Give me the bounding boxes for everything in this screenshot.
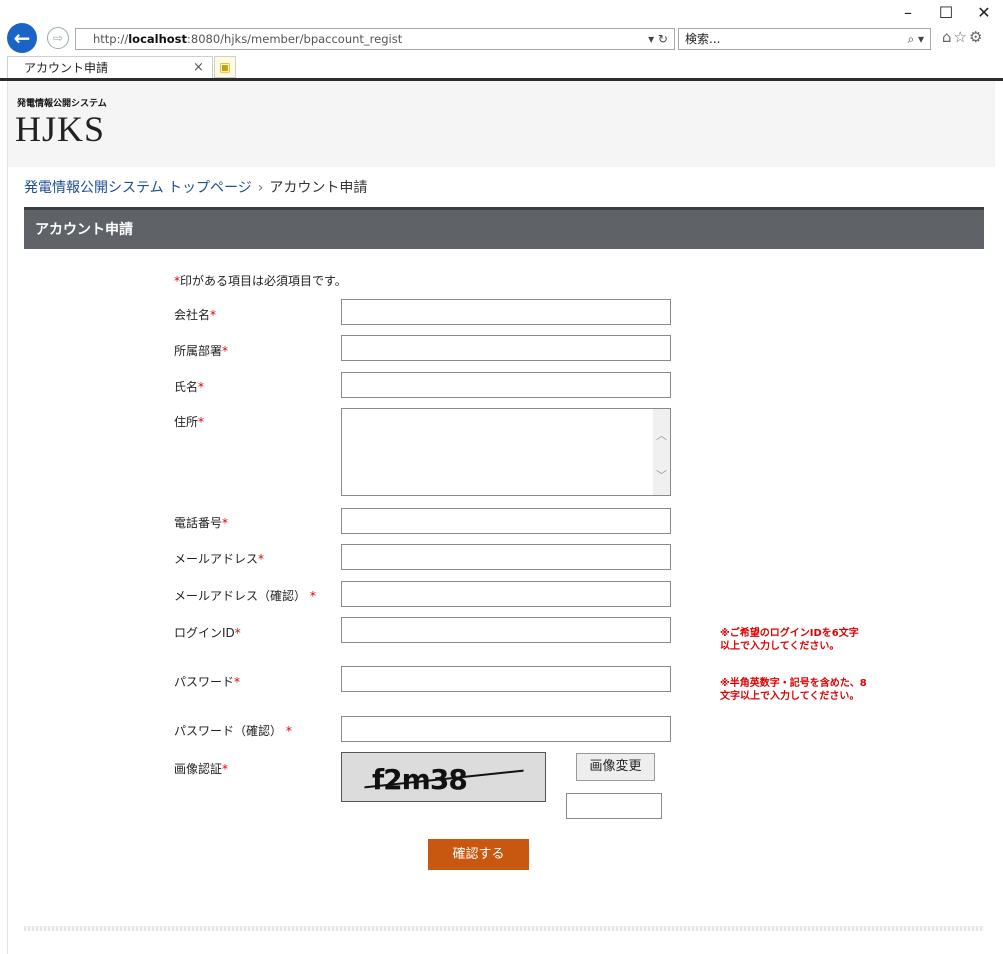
department-label: 所属部署* — [174, 342, 228, 359]
name-label: 氏名* — [174, 378, 204, 395]
required-mark: * — [222, 516, 229, 530]
company-label-text: 会社名 — [174, 308, 211, 322]
section-header: アカウント申請 — [24, 207, 984, 249]
home-favorites-settings-icons[interactable]: ⌂☆⚙ — [942, 28, 984, 46]
back-icon[interactable]: ← — [7, 23, 37, 53]
password-confirm-field[interactable] — [341, 716, 671, 742]
required-note: *印がある項目は必須項目です。 — [174, 272, 347, 289]
scroll-up-icon[interactable]: ︿ — [656, 427, 667, 443]
required-mark: * — [309, 589, 316, 603]
scroll-down-icon[interactable]: ﹀ — [656, 467, 667, 483]
site-header — [8, 81, 995, 167]
login-id-label: ログインID* — [174, 624, 241, 641]
url-host: localhost — [128, 32, 188, 46]
tab-close-icon[interactable]: × — [193, 57, 204, 79]
email-confirm-field[interactable] — [341, 581, 671, 607]
required-mark: * — [222, 762, 229, 776]
password-label: パスワード* — [174, 673, 240, 690]
company-label: 会社名* — [174, 306, 216, 323]
close-button[interactable]: ✕ — [965, 2, 1003, 24]
required-mark: * — [285, 724, 292, 738]
password-confirm-label-text: パスワード（確認） — [174, 724, 283, 738]
login-id-field[interactable] — [341, 617, 671, 643]
password-hint-line2: 文字以上で入力してください。 — [720, 691, 860, 702]
url-path: :8080/hjks/member/bpaccount_regist — [187, 32, 403, 46]
tab-account-request[interactable]: アカウント申請 × — [7, 56, 213, 78]
address-scrollbar[interactable]: ︿ ﹀ — [653, 409, 670, 495]
breadcrumb-separator: › — [257, 180, 264, 196]
password-label-text: パスワード — [174, 675, 235, 689]
required-mark: * — [234, 675, 241, 689]
breadcrumb: 発電情報公開システム トップページ › アカウント申請 — [24, 177, 367, 197]
password-confirm-label: パスワード（確認） * — [174, 722, 292, 739]
captcha-image: f2m38 — [341, 752, 546, 802]
minimize-button[interactable]: – — [889, 2, 927, 24]
tab-title: アカウント申請 — [24, 61, 109, 75]
required-mark: * — [234, 626, 241, 640]
required-mark: * — [198, 380, 205, 394]
logo[interactable]: HJKS — [15, 108, 105, 150]
captcha-label-text: 画像認証 — [174, 762, 223, 776]
email-label: メールアドレス* — [174, 550, 264, 567]
email-confirm-label: メールアドレス（確認） * — [174, 587, 316, 604]
window-controls: – ☐ ✕ — [889, 2, 1003, 24]
department-field[interactable] — [341, 335, 671, 361]
login-id-hint-line1: ※ご希望のログインIDを6文字 — [720, 628, 859, 639]
required-mark: * — [222, 344, 229, 358]
email-field[interactable] — [341, 544, 671, 570]
new-tab-icon[interactable]: ▣ — [214, 56, 236, 78]
address-bar[interactable]: http://localhost:8080/hjks/member/bpacco… — [75, 28, 675, 50]
confirm-button[interactable]: 確認する — [428, 839, 529, 870]
email-label-text: メールアドレス — [174, 552, 259, 566]
refresh-icon[interactable]: ▾ ↻ — [648, 29, 668, 49]
name-field[interactable] — [341, 372, 671, 398]
required-note-text: 印がある項目は必須項目です。 — [180, 274, 347, 288]
forward-icon[interactable]: ⇨ — [47, 27, 69, 49]
url-prefix: http:// — [93, 32, 129, 46]
browser-chrome: – ☐ ✕ ← ⇨ http://localhost:8080/hjks/mem… — [0, 0, 1003, 81]
phone-label-text: 電話番号 — [174, 516, 223, 530]
password-hint: ※半角英数字・記号を含めた、8 文字以上で入力してください。 — [720, 677, 867, 703]
email-confirm-label-text: メールアドレス（確認） — [174, 589, 307, 603]
name-label-text: 氏名 — [174, 380, 199, 394]
login-id-hint: ※ご希望のログインIDを6文字 以上で入力してください。 — [720, 627, 859, 653]
page-left-border — [7, 81, 8, 954]
phone-label: 電話番号* — [174, 514, 228, 531]
password-hint-line1: ※半角英数字・記号を含めた、8 — [720, 678, 867, 689]
breadcrumb-home-link[interactable]: 発電情報公開システム トップページ — [24, 180, 252, 196]
phone-field[interactable] — [341, 508, 671, 534]
search-placeholder: 検索... — [685, 32, 721, 46]
password-field[interactable] — [341, 666, 671, 692]
login-id-label-text: ログインID — [174, 626, 235, 640]
required-mark: * — [258, 552, 265, 566]
login-id-hint-line2: 以上で入力してください。 — [720, 641, 840, 652]
captcha-input[interactable] — [566, 793, 662, 819]
address-label: 住所* — [174, 413, 204, 430]
company-field[interactable] — [341, 299, 671, 325]
address-label-text: 住所 — [174, 415, 199, 429]
search-input[interactable]: 検索... ⌕ ▾ — [678, 28, 931, 50]
captcha-change-button[interactable]: 画像変更 — [576, 753, 655, 781]
search-icon[interactable]: ⌕ ▾ — [907, 29, 924, 49]
address-textarea[interactable]: ︿ ﹀ — [341, 408, 671, 496]
breadcrumb-current: アカウント申請 — [269, 180, 368, 196]
page-title: アカウント申請 — [35, 222, 133, 238]
maximize-button[interactable]: ☐ — [927, 2, 965, 24]
required-mark: * — [198, 415, 205, 429]
captcha-label: 画像認証* — [174, 760, 228, 777]
department-label-text: 所属部署 — [174, 344, 223, 358]
footer-divider — [24, 926, 984, 931]
required-mark: * — [210, 308, 217, 322]
